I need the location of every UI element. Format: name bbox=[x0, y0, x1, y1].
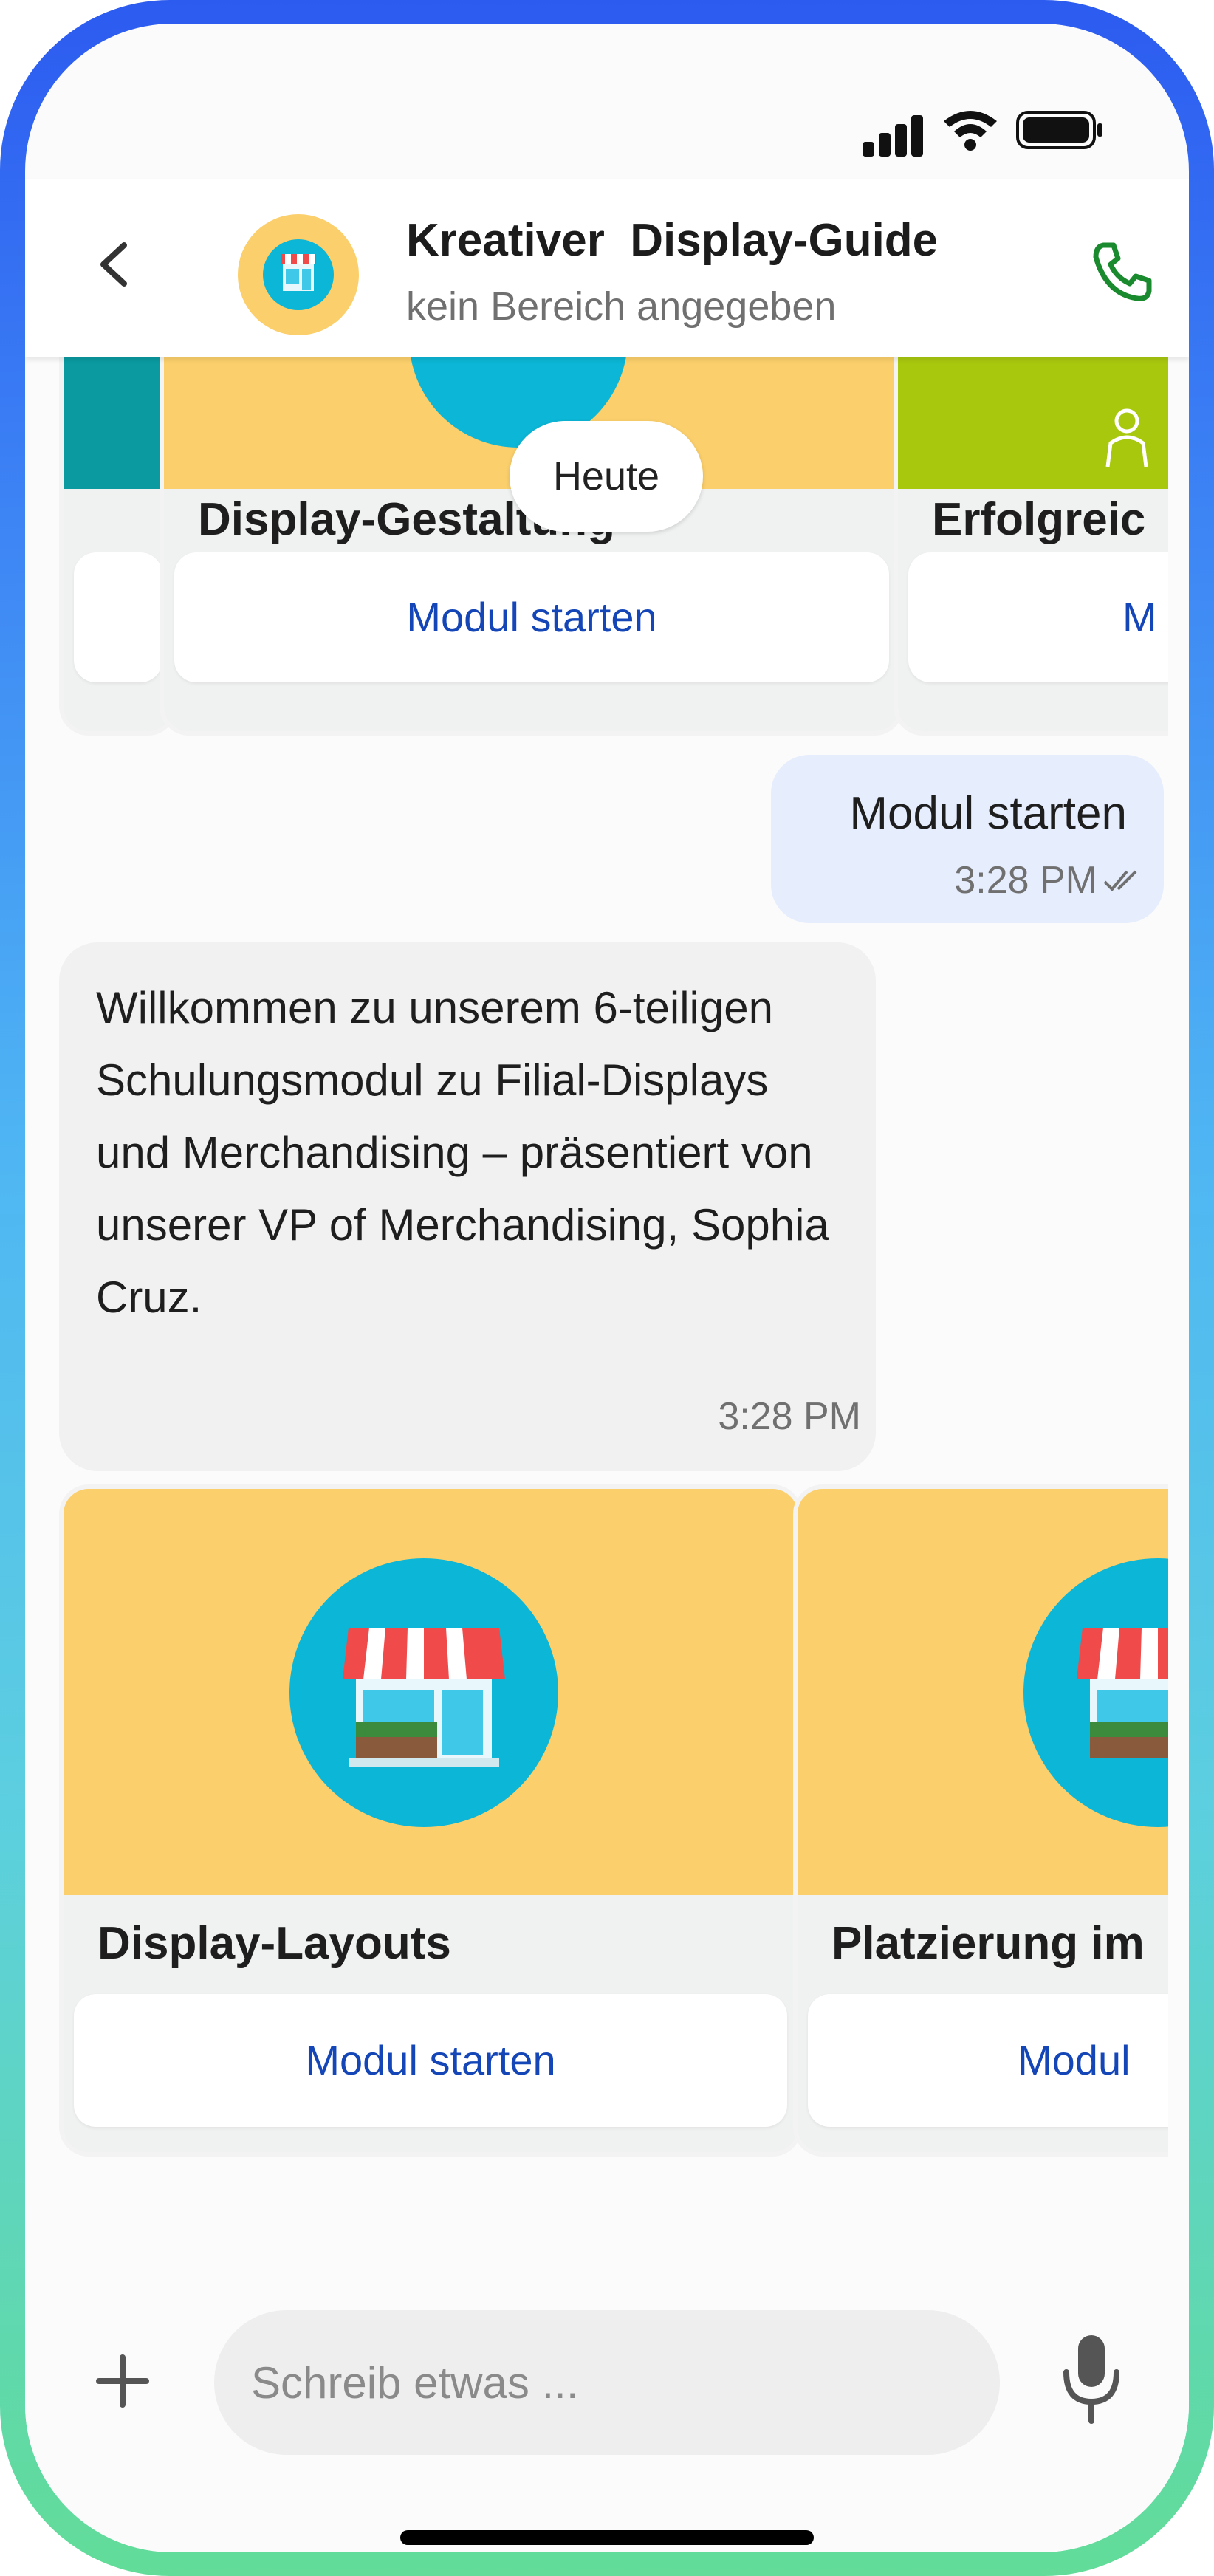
card-image bbox=[64, 1489, 798, 1895]
battery-icon bbox=[1016, 111, 1102, 149]
outgoing-message[interactable]: Modul starten 3:28 PM bbox=[771, 755, 1164, 923]
storefront-icon bbox=[289, 1558, 558, 1827]
message-composer bbox=[25, 2255, 1189, 2552]
avatar[interactable] bbox=[238, 214, 359, 335]
card-title: Erfolgreic bbox=[932, 494, 1146, 545]
status-bar bbox=[25, 90, 1189, 157]
start-module-button[interactable]: Modul starten bbox=[74, 1994, 787, 2127]
card-title: Platzierung im bbox=[831, 1918, 1145, 1969]
message-time: 3:28 PM bbox=[954, 859, 1097, 902]
chat-header: Kreativer Display-Guide kein Bereich ang… bbox=[25, 179, 1189, 357]
phone-screen: Kreativer Display-Guide kein Bereich ang… bbox=[25, 24, 1189, 2552]
signal-icon bbox=[863, 112, 923, 157]
microphone-icon[interactable] bbox=[1054, 2329, 1128, 2425]
wifi-icon bbox=[944, 111, 997, 151]
home-indicator bbox=[400, 2530, 814, 2545]
carousel-card: Erfolgreic M bbox=[894, 357, 1189, 736]
carousel-clip bbox=[25, 357, 59, 771]
date-separator: Heute bbox=[510, 421, 703, 532]
carousel-card: Display-Gestaltung Modul starten bbox=[160, 357, 904, 736]
person-icon bbox=[1105, 408, 1148, 467]
page-title: Kreativer Display-Guide bbox=[406, 215, 939, 266]
message-time: 3:28 PM bbox=[718, 1395, 861, 1438]
card-title: Display-Layouts bbox=[97, 1918, 451, 1969]
start-module-button[interactable]: Modul starten bbox=[174, 552, 889, 682]
message-input[interactable] bbox=[214, 2310, 1000, 2455]
carousel-card: Platzierung im Modul bbox=[793, 1484, 1189, 2157]
storefront-icon bbox=[263, 239, 334, 310]
double-check-icon bbox=[1103, 870, 1137, 891]
phone-icon[interactable] bbox=[1088, 238, 1156, 306]
message-text: Modul starten bbox=[849, 788, 1127, 839]
start-module-button[interactable] bbox=[74, 552, 162, 682]
message-list[interactable]: Display-Gestaltung Modul starten Erfolgr… bbox=[25, 357, 1189, 2255]
page-subtitle: kein Bereich angegeben bbox=[406, 284, 837, 329]
card-image bbox=[64, 357, 173, 489]
plus-icon[interactable] bbox=[93, 2351, 152, 2411]
chevron-left-icon[interactable] bbox=[84, 227, 143, 301]
carousel-clip bbox=[1168, 357, 1189, 771]
start-module-button[interactable]: Modul bbox=[808, 1994, 1189, 2127]
start-module-button[interactable]: M bbox=[908, 552, 1189, 682]
storefront-icon bbox=[1023, 1558, 1189, 1827]
card-image bbox=[898, 357, 1189, 489]
card-image bbox=[798, 1489, 1189, 1895]
message-text: Willkommen zu unserem 6-teiligen Schulun… bbox=[96, 983, 829, 1322]
carousel-card: Display-Layouts Modul starten bbox=[59, 1484, 802, 2157]
incoming-message[interactable]: Willkommen zu unserem 6-teiligen Schulun… bbox=[59, 942, 876, 1471]
carousel-clip bbox=[1168, 1465, 1189, 2174]
